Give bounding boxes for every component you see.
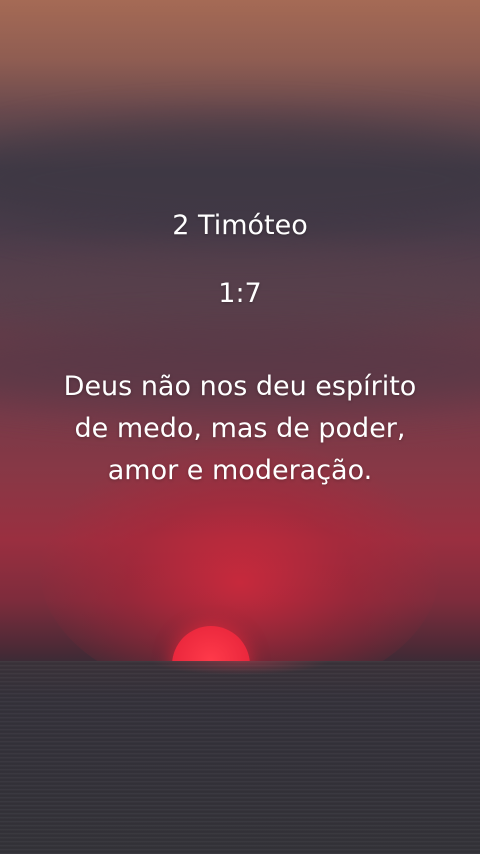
verse-quote: Deus não nos deu espírito de medo, mas d… [0,366,480,492]
quote-line: Deus não nos deu espírito [63,371,417,402]
horizon-reflection [150,661,330,675]
sunset-background: 2 Timóteo 1:7 Deus não nos deu espírito … [0,0,480,854]
quote-line: de medo, mas de poder, [74,413,406,444]
book-title: 2 Timóteo [172,210,308,241]
verse-reference: 1:7 [218,278,262,309]
quote-line: amor e moderação. [107,455,373,486]
sea [0,661,480,854]
